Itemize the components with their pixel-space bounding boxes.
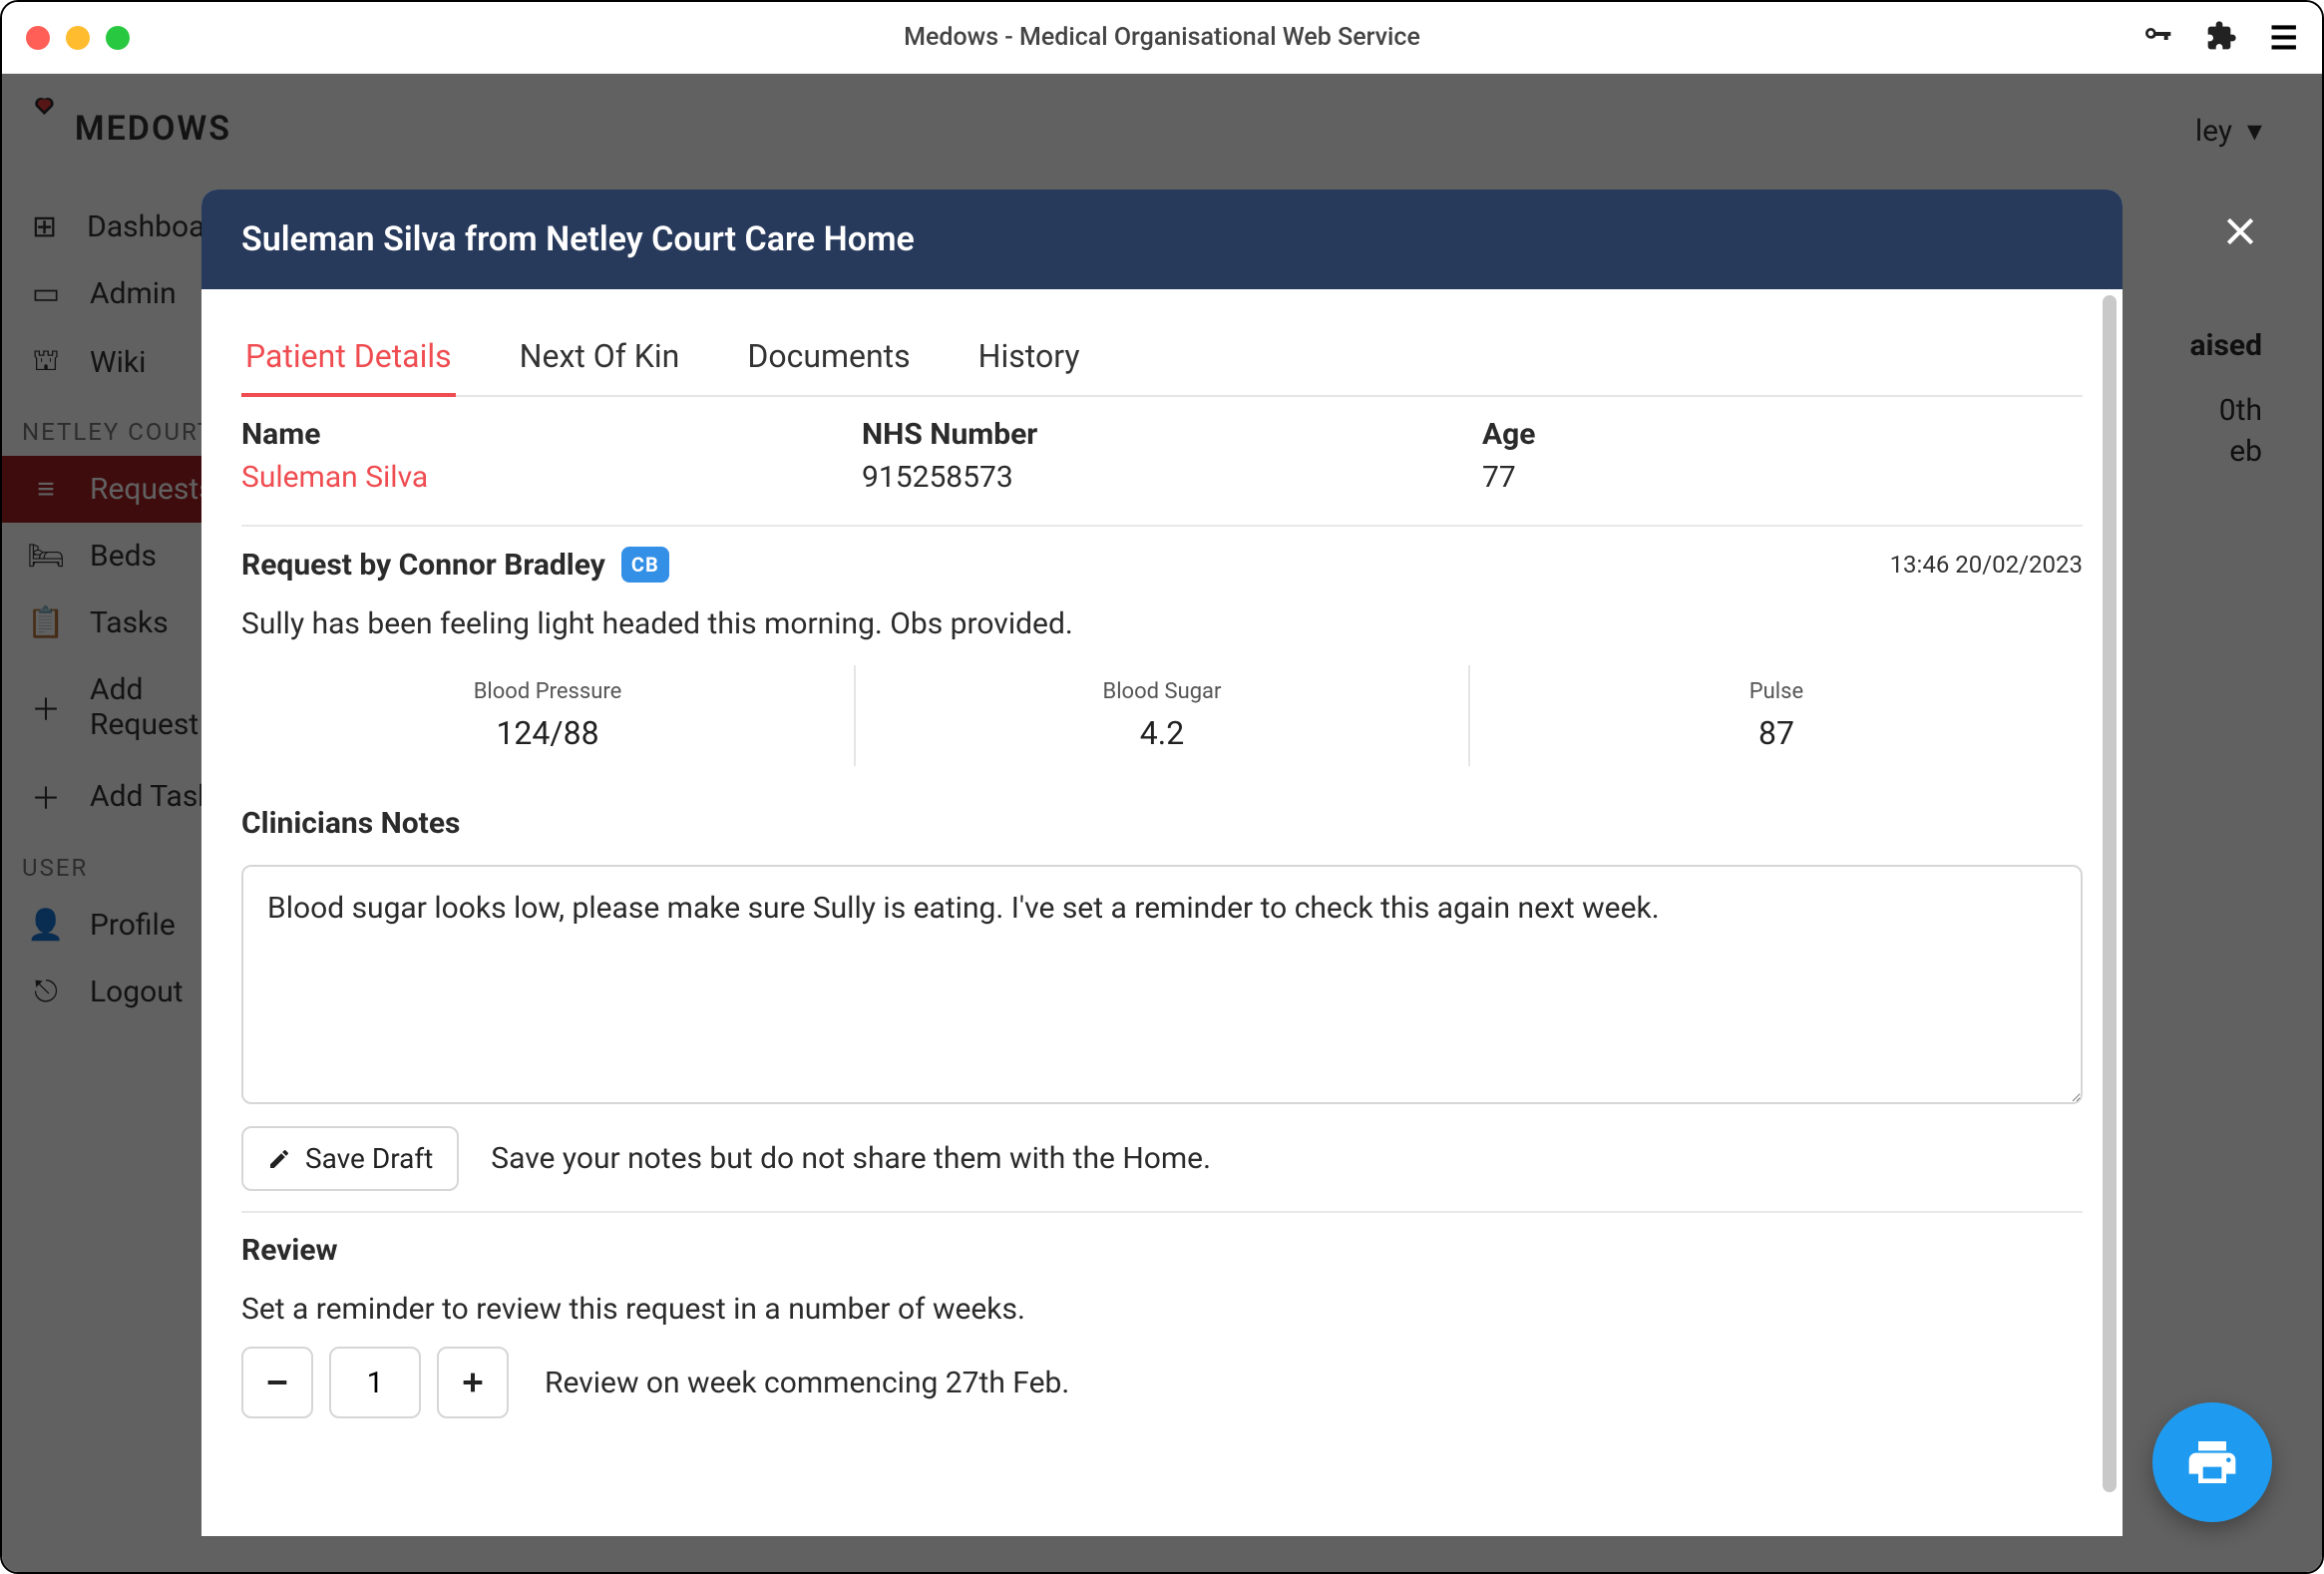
obs-label-bp: Blood Pressure	[241, 679, 854, 704]
patient-age-label: Age	[1482, 417, 2083, 452]
overflow-menu-icon[interactable]: ☰	[2269, 22, 2298, 54]
scrollbar[interactable]	[2103, 295, 2117, 1492]
tab-patient-details[interactable]: Patient Details	[241, 319, 456, 397]
review-increment-button[interactable]	[437, 1347, 509, 1418]
obs-value-bp: 124/88	[241, 714, 854, 752]
patient-nhs-label: NHS Number	[862, 417, 1462, 452]
patient-nhs-value: 915258573	[862, 460, 1462, 495]
titlebar: Medows - Medical Organisational Web Serv…	[2, 2, 2322, 74]
obs-label-sugar: Blood Sugar	[856, 679, 1468, 704]
save-draft-label: Save Draft	[305, 1142, 433, 1175]
window-minimize-button[interactable]	[66, 26, 90, 50]
save-draft-hint: Save your notes but do not share them wi…	[491, 1141, 1211, 1176]
save-draft-button[interactable]: Save Draft	[241, 1126, 459, 1191]
request-title: Request by Connor Bradley CB	[241, 547, 669, 583]
request-text: Sully has been feeling light headed this…	[241, 606, 2083, 641]
clinicians-notes-input[interactable]	[241, 865, 2083, 1104]
key-icon[interactable]	[2141, 20, 2173, 56]
window-close-button[interactable]	[26, 26, 50, 50]
tab-next-of-kin[interactable]: Next Of Kin	[516, 319, 684, 395]
review-description: Set a reminder to review this request in…	[241, 1292, 2083, 1327]
window-maximize-button[interactable]	[106, 26, 130, 50]
review-title: Review	[241, 1233, 2083, 1268]
print-fab[interactable]	[2152, 1402, 2272, 1522]
patient-name-label: Name	[241, 417, 842, 452]
modal-title: Suleman Silva from Netley Court Care Hom…	[201, 190, 2123, 289]
initials-badge: CB	[621, 547, 669, 583]
obs-label-pulse: Pulse	[1470, 679, 2083, 704]
review-summary: Review on week commencing 27th Feb.	[545, 1366, 1069, 1400]
patient-modal: Suleman Silva from Netley Court Care Hom…	[201, 190, 2123, 1536]
patient-age-value: 77	[1482, 460, 2083, 495]
obs-value-pulse: 87	[1470, 714, 2083, 752]
extensions-icon[interactable]	[2205, 20, 2237, 56]
tab-documents[interactable]: Documents	[743, 319, 914, 395]
review-decrement-button[interactable]	[241, 1347, 313, 1418]
request-timestamp: 13:46 20/02/2023	[1890, 551, 2083, 579]
review-weeks-value[interactable]: 1	[329, 1347, 421, 1418]
window-title: Medows - Medical Organisational Web Serv…	[904, 23, 1420, 52]
modal-close-button[interactable]	[2220, 211, 2260, 255]
clinicians-notes-title: Clinicians Notes	[241, 806, 2083, 841]
obs-value-sugar: 4.2	[856, 714, 1468, 752]
tab-history[interactable]: History	[974, 319, 1084, 395]
patient-name-link[interactable]: Suleman Silva	[241, 460, 842, 495]
